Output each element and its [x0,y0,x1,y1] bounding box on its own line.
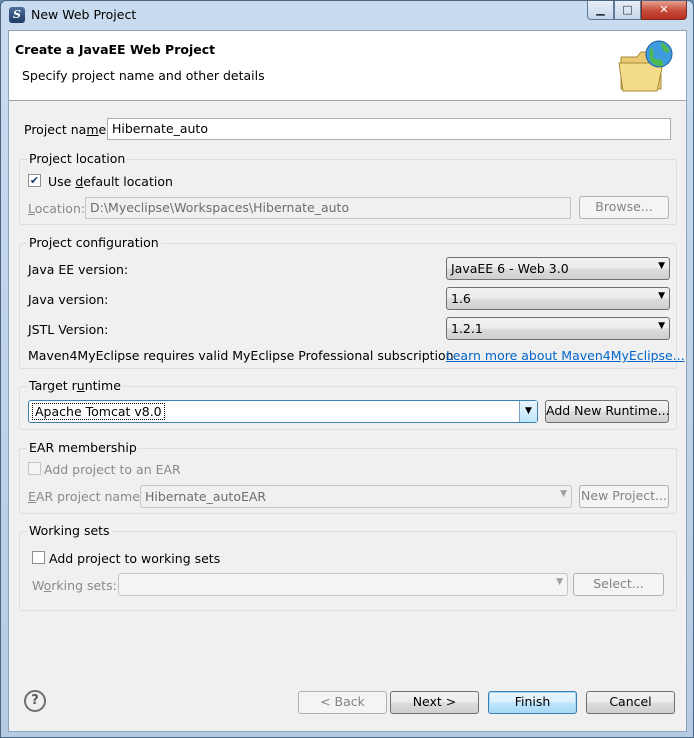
target-runtime-select[interactable]: Apache Tomcat v8.0 ▼ [28,400,538,423]
browse-button[interactable]: Browse... [579,196,669,219]
javaee-version-label: Java EE version: [28,262,129,277]
chevron-down-icon: ▼ [658,321,665,331]
working-sets-label: Working sets: [32,578,117,593]
ear-project-name-select[interactable]: Hibernate_autoEAR ▼ [140,485,572,508]
window-controls: ▁ □ ✕ [587,1,687,20]
location-input[interactable]: D:\Myeclipse\Workspaces\Hibernate_auto [85,197,571,219]
close-button[interactable]: ✕ [641,1,687,20]
target-runtime-group-title: Target runtime [27,378,123,393]
target-runtime-value: Apache Tomcat v8.0 [32,403,165,420]
minimize-button[interactable]: ▁ [587,1,614,20]
javaee-version-value: JavaEE 6 - Web 3.0 [451,261,569,276]
new-ear-project-button[interactable]: New Project... [579,485,669,508]
wizard-subtitle: Specify project name and other details [22,68,265,83]
maven-subscription-note: Maven4MyEclipse requires valid MyEclipse… [28,348,454,363]
folder-globe-icon [618,40,673,92]
project-location-group-title: Project location [27,151,128,166]
select-working-sets-button[interactable]: Select... [573,573,664,596]
chevron-down-icon: ▼ [556,577,563,587]
add-to-ear-label: Add project to an EAR [44,462,181,477]
project-name-input[interactable]: Hibernate_auto [107,118,671,140]
back-button[interactable]: < Back [298,691,387,714]
help-icon[interactable]: ? [24,690,46,712]
finish-button[interactable]: Finish [488,691,577,714]
add-new-runtime-button[interactable]: Add New Runtime... [545,400,670,423]
maximize-button[interactable]: □ [614,1,641,20]
myeclipse-app-icon: S [9,7,25,23]
chevron-down-icon: ▼ [560,489,567,499]
learn-more-link[interactable]: Learn more about Maven4MyEclipse... [446,348,685,363]
cancel-button[interactable]: Cancel [586,691,675,714]
javaee-version-select[interactable]: JavaEE 6 - Web 3.0 ▼ [446,257,670,280]
working-sets-select[interactable]: ▼ [118,573,568,596]
java-version-label: Java version: [28,292,109,307]
java-version-select[interactable]: 1.6 ▼ [446,287,670,310]
ear-project-name-value: Hibernate_autoEAR [145,489,267,504]
chevron-down-icon: ▼ [519,401,537,422]
project-name-label: Project name: [24,122,111,137]
location-label: Location: [28,201,86,216]
add-to-ear-checkbox[interactable] [28,462,41,475]
use-default-location-checkbox[interactable]: ✔ [28,174,41,187]
next-button[interactable]: Next > [390,691,479,714]
use-default-location-label: Use default location [48,174,173,189]
jstl-version-value: 1.2.1 [451,321,483,336]
working-sets-group-title: Working sets [27,523,112,538]
jstl-version-select[interactable]: 1.2.1 ▼ [446,317,670,340]
chevron-down-icon: ▼ [658,261,665,271]
add-to-working-sets-label: Add project to working sets [49,551,221,566]
ear-membership-group-title: EAR membership [27,440,139,455]
java-version-value: 1.6 [451,291,471,306]
wizard-header: Create a JavaEE Web Project Specify proj… [9,31,686,101]
working-sets-group [19,531,677,611]
wizard-title: Create a JavaEE Web Project [15,42,216,57]
window-title: New Web Project [31,7,137,22]
title-bar[interactable]: S New Web Project ▁ □ ✕ [1,1,693,29]
ear-project-name-label: EAR project name: [28,489,145,504]
jstl-version-label: JSTL Version: [28,322,109,337]
dialog-client-area: Create a JavaEE Web Project Specify proj… [8,30,687,732]
add-to-working-sets-checkbox[interactable] [32,551,45,564]
project-configuration-group-title: Project configuration [27,235,161,250]
dialog-window: S New Web Project ▁ □ ✕ Create a JavaEE … [0,0,694,738]
chevron-down-icon: ▼ [658,291,665,301]
